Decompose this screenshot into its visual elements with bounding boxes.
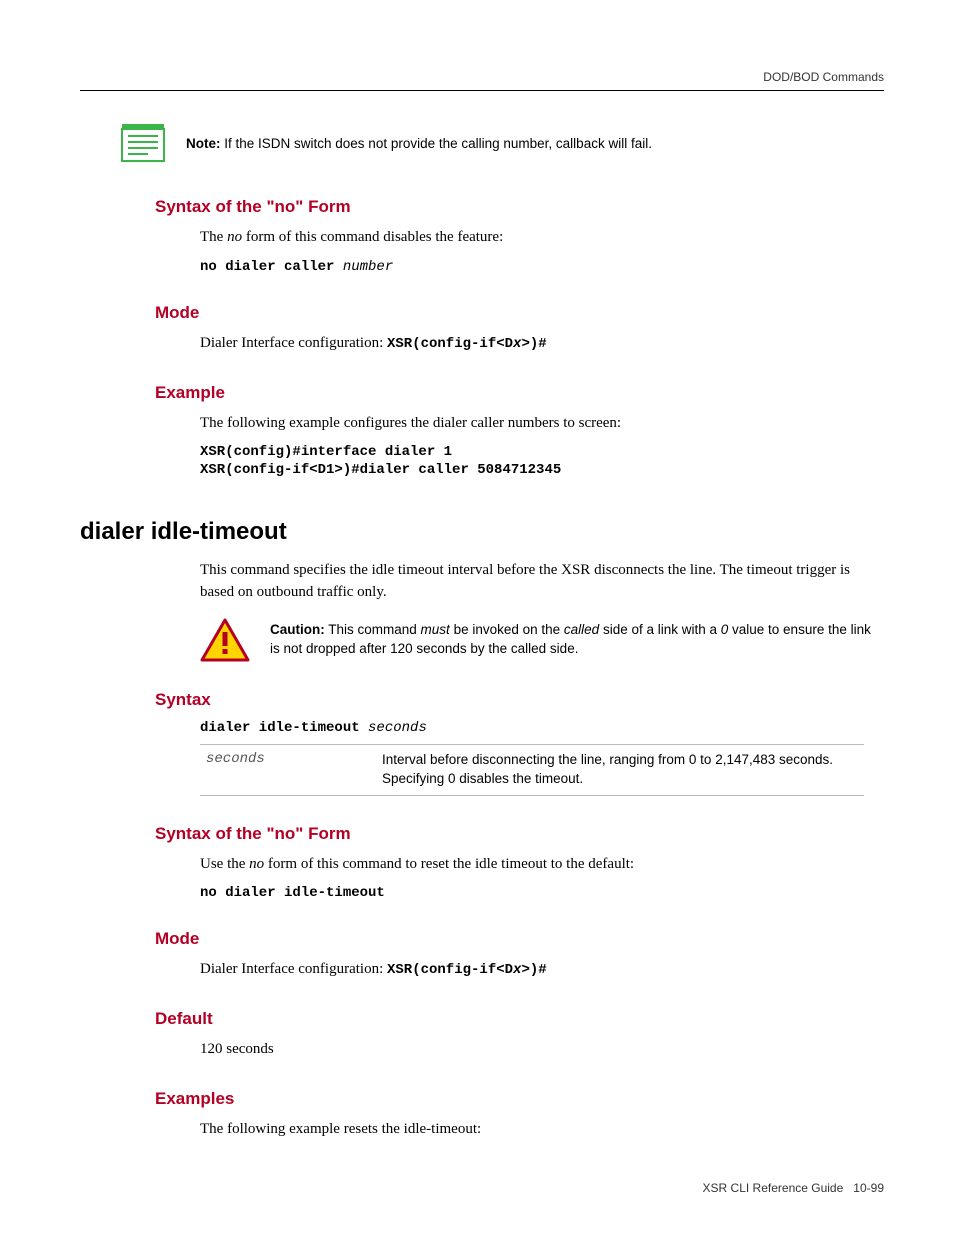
text-fragment: form of this command to reset the idle t… — [264, 856, 634, 872]
page-container: DOD/BOD Commands Note: If the ISDN switc… — [0, 0, 954, 1235]
parameter-table: seconds Interval before disconnecting th… — [200, 744, 864, 796]
no-form-code-2: no dialer idle-timeout — [200, 885, 884, 901]
text-fragment: Dialer Interface configuration: — [200, 335, 387, 351]
code-literal: XSR(config-if<D — [387, 336, 513, 352]
syntax-code: dialer idle-timeout seconds — [200, 720, 884, 736]
mode-text-1: Dialer Interface configuration: XSR(conf… — [200, 333, 884, 355]
note-body: If the ISDN switch does not provide the … — [221, 136, 652, 151]
note-icon — [120, 121, 166, 167]
caution-icon — [200, 618, 250, 662]
caution-callout: Caution: This command must be invoked on… — [200, 618, 884, 662]
text-fragment: be invoked on the — [450, 622, 564, 637]
note-callout: Note: If the ISDN switch does not provid… — [120, 121, 884, 167]
text-emphasis: must — [421, 622, 450, 637]
text-fragment: This command — [325, 622, 421, 637]
param-name-cell: seconds — [200, 744, 376, 795]
note-text: Note: If the ISDN switch does not provid… — [186, 135, 652, 154]
no-form-code-1: no dialer caller number — [200, 259, 884, 275]
header-breadcrumb: DOD/BOD Commands — [80, 70, 884, 84]
code-param: seconds — [368, 720, 427, 736]
code-literal: >)# — [521, 336, 546, 352]
footer-page-number: 10-99 — [853, 1181, 884, 1195]
command-title: dialer idle-timeout — [80, 518, 884, 546]
heading-examples: Examples — [155, 1089, 884, 1109]
footer-doc-title: XSR CLI Reference Guide — [703, 1181, 844, 1195]
example-code-line-2: XSR(config-if<D1>)#dialer caller 5084712… — [200, 462, 884, 478]
command-intro: This command specifies the idle timeout … — [200, 560, 884, 604]
heading-default: Default — [155, 1009, 884, 1029]
example-intro-1: The following example configures the dia… — [200, 413, 884, 435]
heading-no-form-1: Syntax of the "no" Form — [155, 197, 884, 217]
text-fragment: side of a link with a — [599, 622, 721, 637]
text-emphasis: no — [227, 229, 242, 245]
code-literal: >)# — [521, 962, 546, 978]
heading-no-form-2: Syntax of the "no" Form — [155, 824, 884, 844]
code-literal: dialer idle-timeout — [200, 720, 368, 736]
example-code-line-1: XSR(config)#interface dialer 1 — [200, 444, 884, 460]
note-label: Note: — [186, 136, 221, 151]
caution-text: Caution: This command must be invoked on… — [270, 621, 884, 659]
code-literal: no dialer caller — [200, 259, 343, 275]
mode-text-2: Dialer Interface configuration: XSR(conf… — [200, 959, 884, 981]
text-emphasis: no — [249, 856, 264, 872]
code-param: number — [343, 259, 393, 275]
header-rule — [80, 90, 884, 91]
param-desc-cell: Interval before disconnecting the line, … — [376, 744, 864, 795]
default-value: 120 seconds — [200, 1039, 884, 1061]
no-form-intro-1: The no form of this command disables the… — [200, 227, 884, 249]
examples-intro: The following example resets the idle-ti… — [200, 1119, 884, 1141]
code-literal: no dialer idle-timeout — [200, 885, 385, 901]
heading-mode-1: Mode — [155, 303, 884, 323]
table-row: seconds Interval before disconnecting th… — [200, 744, 864, 795]
heading-mode-2: Mode — [155, 929, 884, 949]
text-fragment: form of this command disables the featur… — [242, 229, 503, 245]
text-fragment: Dialer Interface configuration: — [200, 961, 387, 977]
heading-example-1: Example — [155, 383, 884, 403]
caution-label: Caution: — [270, 622, 325, 637]
page-footer: XSR CLI Reference Guide 10-99 — [80, 1181, 884, 1195]
no-form-intro-2: Use the no form of this command to reset… — [200, 854, 884, 876]
text-emphasis: called — [564, 622, 599, 637]
heading-syntax: Syntax — [155, 690, 884, 710]
text-fragment: The — [200, 229, 227, 245]
text-fragment: Use the — [200, 856, 249, 872]
code-literal: XSR(config-if<D — [387, 962, 513, 978]
